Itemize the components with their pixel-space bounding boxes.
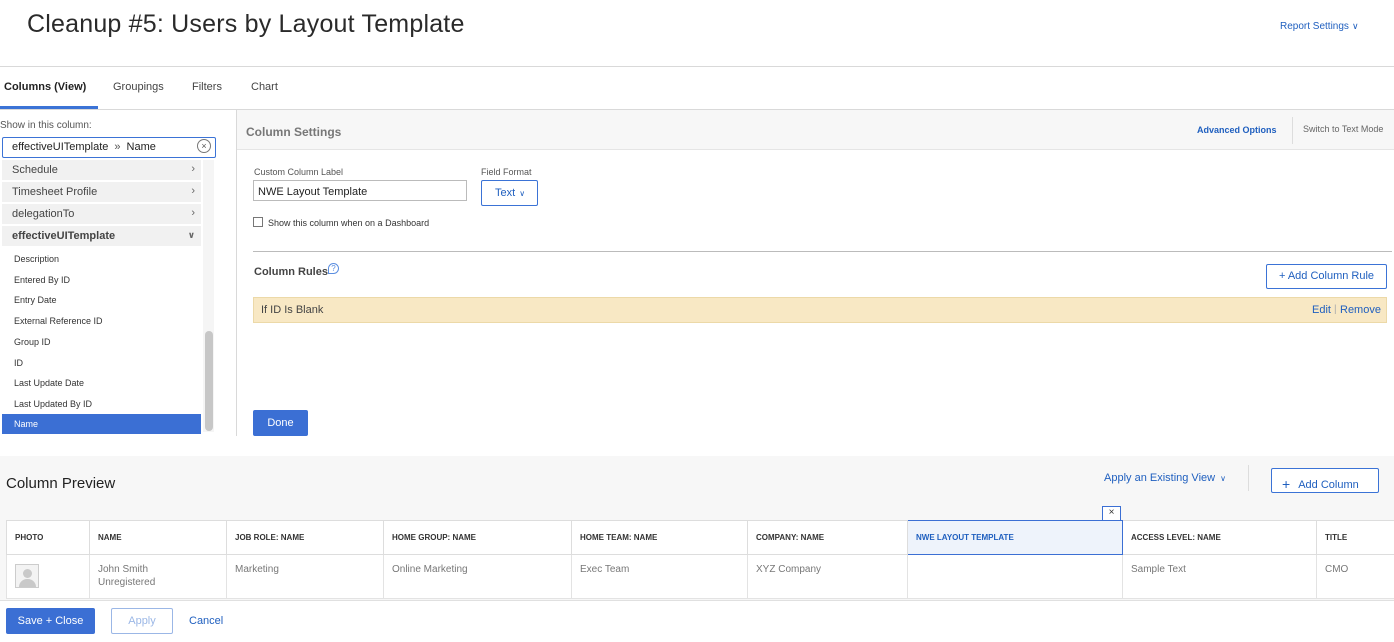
table-row: John Smith Unregistered Marketing Online … xyxy=(6,554,1394,599)
remove-rule-link[interactable]: Remove xyxy=(1340,304,1381,316)
column-rules-title: Column Rules xyxy=(254,266,328,278)
field-item-external-reference-id[interactable]: External Reference ID xyxy=(2,311,201,331)
cell-access-level: Sample Text xyxy=(1122,554,1317,599)
column-header-name[interactable]: NAME xyxy=(89,520,227,555)
apply-button[interactable]: Apply xyxy=(111,608,173,634)
cell-name: John Smith Unregistered xyxy=(89,554,227,599)
field-item-last-updated-by-id[interactable]: Last Updated By ID xyxy=(2,394,201,414)
chevron-right-icon: › xyxy=(191,207,195,219)
report-settings-dropdown[interactable]: Report Settings ∨ xyxy=(1280,21,1359,32)
avatar-placeholder-icon xyxy=(15,564,39,588)
path-parent: effectiveUITemplate xyxy=(12,141,109,153)
panel-divider xyxy=(236,110,237,436)
preview-separator xyxy=(1248,465,1249,491)
field-format-label: Field Format xyxy=(481,167,532,177)
field-item-last-update-date[interactable]: Last Update Date xyxy=(2,373,201,393)
custom-column-label-label: Custom Column Label xyxy=(254,167,344,177)
column-rule-text: If ID Is Blank xyxy=(261,304,324,316)
edit-rule-link[interactable]: Edit xyxy=(1312,304,1331,316)
header-divider xyxy=(0,66,1394,67)
field-group-label: effectiveUITemplate xyxy=(12,230,116,242)
field-item-description[interactable]: Description xyxy=(2,249,201,269)
rule-action-separator: | xyxy=(1334,304,1337,315)
cancel-link[interactable]: Cancel xyxy=(189,615,223,627)
cell-nwe-layout-template xyxy=(907,554,1123,599)
chevron-right-icon: › xyxy=(191,163,195,175)
settings-divider xyxy=(253,251,1392,252)
user-name: John Smith xyxy=(98,564,149,575)
field-group-delegation-to[interactable]: delegationTo › xyxy=(2,204,201,225)
done-button[interactable]: Done xyxy=(253,410,308,436)
cell-home-team: Exec Team xyxy=(571,554,748,599)
user-status: Unregistered xyxy=(98,577,156,588)
field-item-id[interactable]: ID xyxy=(2,353,201,373)
cell-home-group: Online Marketing xyxy=(383,554,572,599)
chevron-down-icon: ∨ xyxy=(187,230,195,240)
tab-columns-view[interactable]: Columns (View) xyxy=(4,81,86,93)
column-settings-title: Column Settings xyxy=(246,125,342,139)
field-group-effective-ui-template[interactable]: effectiveUITemplate ∨ xyxy=(2,226,201,247)
field-group-schedule[interactable]: Schedule › xyxy=(2,160,201,181)
add-column-rule-button[interactable]: + Add Column Rule xyxy=(1266,264,1387,289)
cell-company: XYZ Company xyxy=(747,554,908,599)
chevron-down-icon: ∨ xyxy=(1220,474,1226,483)
column-header-nwe-layout-template[interactable]: NWE LAYOUT TEMPLATE xyxy=(907,520,1123,555)
remove-column-close-icon[interactable]: × xyxy=(1102,506,1121,521)
path-separator-icon: » xyxy=(114,141,121,153)
field-format-select[interactable]: Text ∨ xyxy=(481,180,538,206)
field-group-label: Timesheet Profile xyxy=(12,186,98,198)
apply-view-label: Apply an Existing View xyxy=(1104,472,1216,484)
field-format-value: Text xyxy=(495,187,516,199)
add-column-label: Add Column xyxy=(1298,479,1359,491)
chevron-down-icon: ∨ xyxy=(519,189,526,198)
field-item-entered-by-id[interactable]: Entered By ID xyxy=(2,270,201,290)
column-header-home-group[interactable]: HOME GROUP: NAME xyxy=(383,520,572,555)
show-in-column-label: Show in this column: xyxy=(0,120,92,131)
show-on-dashboard-label: Show this column when on a Dashboard xyxy=(268,218,430,228)
column-preview-title: Column Preview xyxy=(6,475,116,492)
switch-to-text-mode-link[interactable]: Switch to Text Mode xyxy=(1303,124,1383,134)
column-header-home-team[interactable]: HOME TEAM: NAME xyxy=(571,520,748,555)
report-settings-label: Report Settings xyxy=(1280,21,1349,32)
preview-table: PHOTO NAME JOB ROLE: NAME HOME GROUP: NA… xyxy=(6,520,1394,599)
add-column-button[interactable]: + Add Column xyxy=(1271,468,1379,493)
save-close-button[interactable]: Save + Close xyxy=(6,608,95,634)
tab-filters[interactable]: Filters xyxy=(192,81,222,93)
show-on-dashboard-checkbox[interactable] xyxy=(253,217,263,227)
custom-column-label-input[interactable] xyxy=(253,180,467,201)
tab-chart[interactable]: Chart xyxy=(251,81,278,93)
help-icon[interactable]: ? xyxy=(328,263,339,274)
field-item-group-id[interactable]: Group ID xyxy=(2,332,201,352)
table-header-row: PHOTO NAME JOB ROLE: NAME HOME GROUP: NA… xyxy=(6,520,1394,555)
field-path-input[interactable]: effectiveUITemplate » Name xyxy=(2,137,216,158)
footer-divider xyxy=(0,600,1394,601)
cell-photo xyxy=(6,554,90,599)
field-group-label: delegationTo xyxy=(12,208,75,220)
column-rule-row xyxy=(253,297,1387,323)
column-header-photo[interactable]: PHOTO xyxy=(6,520,90,555)
cell-job-role: Marketing xyxy=(226,554,384,599)
clear-path-icon[interactable]: × xyxy=(197,139,211,153)
column-header-access-level[interactable]: ACCESS LEVEL: NAME xyxy=(1122,520,1317,555)
column-header-job-role[interactable]: JOB ROLE: NAME xyxy=(226,520,384,555)
page-title: Cleanup #5: Users by Layout Template xyxy=(27,10,465,38)
field-group-label: Schedule xyxy=(12,164,58,176)
column-header-company[interactable]: COMPANY: NAME xyxy=(747,520,908,555)
column-header-title[interactable]: TITLE xyxy=(1316,520,1394,555)
path-child: Name xyxy=(126,141,156,153)
chevron-right-icon: › xyxy=(191,185,195,197)
tab-groupings[interactable]: Groupings xyxy=(113,81,164,93)
advanced-options-link[interactable]: Advanced Options xyxy=(1197,125,1277,135)
chevron-down-icon: ∨ xyxy=(1351,21,1359,31)
field-group-timesheet-profile[interactable]: Timesheet Profile › xyxy=(2,182,201,203)
field-item-entry-date[interactable]: Entry Date xyxy=(2,290,201,310)
apply-existing-view-dropdown[interactable]: Apply an Existing View ∨ xyxy=(1104,472,1226,484)
cell-title: CMO xyxy=(1316,554,1394,599)
field-list-scroll-thumb[interactable] xyxy=(205,331,213,431)
plus-icon: + xyxy=(1282,476,1291,492)
header-separator xyxy=(1292,117,1293,144)
field-item-name[interactable]: Name xyxy=(2,414,201,434)
